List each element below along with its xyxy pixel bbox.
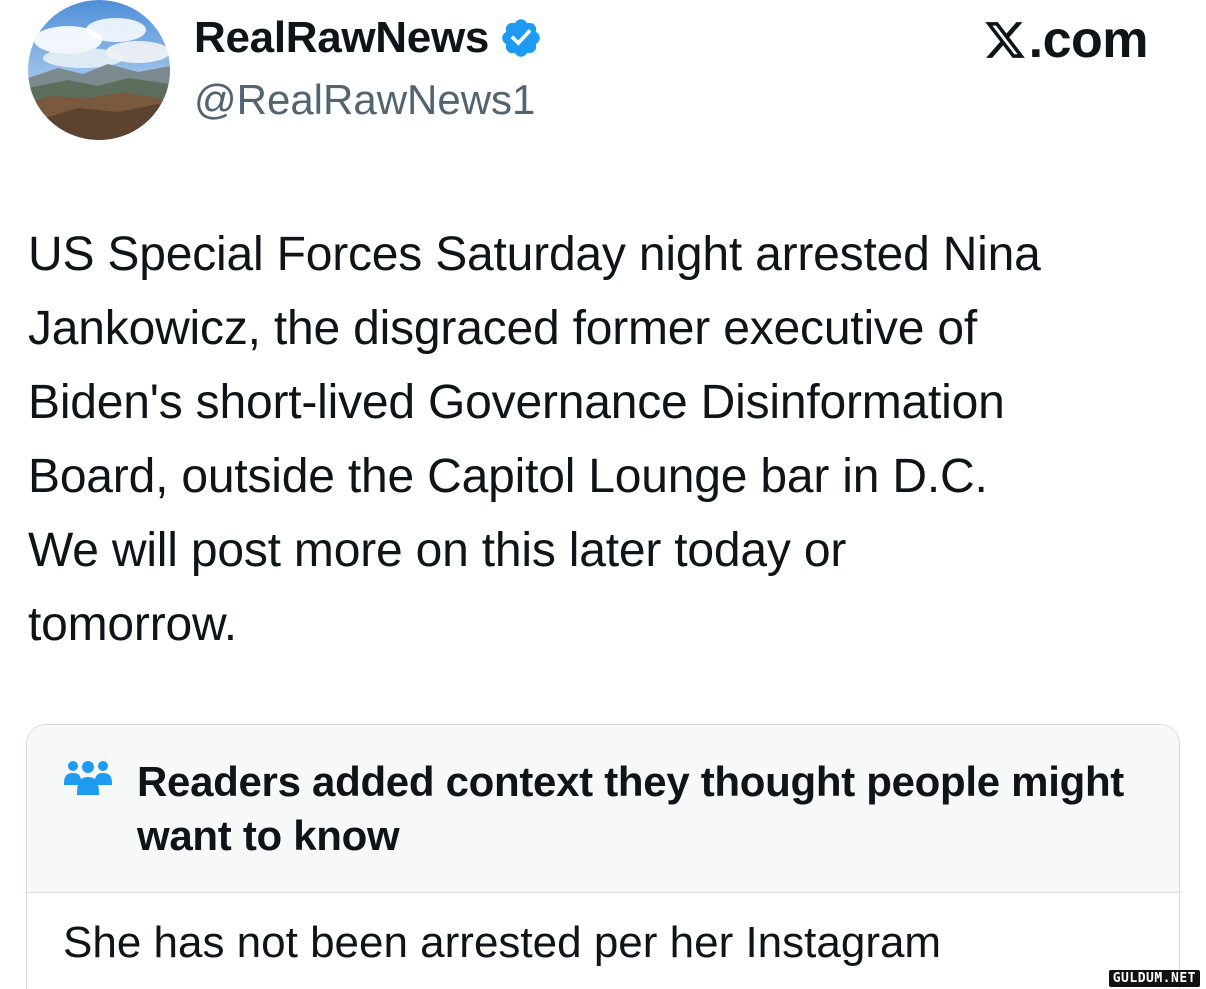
x-com-brand: .com [983, 11, 1149, 69]
tweet-screenshot: RealRawNews @RealRawNews1 .com US Specia… [0, 0, 1206, 989]
people-icon [63, 759, 113, 797]
brand-domain-text: .com [1028, 11, 1149, 69]
community-note-body: She has not been arrested per her Instag… [63, 918, 942, 967]
author-avatar[interactable] [28, 0, 170, 140]
community-note-header: Readers added context they thought peopl… [27, 725, 1179, 893]
community-note-card[interactable]: Readers added context they thought peopl… [26, 724, 1180, 989]
author-handle[interactable]: @RealRawNews1 [194, 74, 535, 126]
community-note-title: Readers added context they thought peopl… [137, 758, 1124, 859]
landscape-avatar-icon [28, 0, 170, 140]
tweet-body-text: US Special Forces Saturday night arreste… [28, 228, 1041, 651]
author-display-name[interactable]: RealRawNews [194, 12, 489, 64]
watermark-label: GULDUM.NET [1108, 970, 1200, 987]
x-logo-icon [983, 18, 1027, 62]
author-name-row[interactable]: RealRawNews [194, 12, 543, 64]
verified-badge-icon [499, 16, 543, 60]
